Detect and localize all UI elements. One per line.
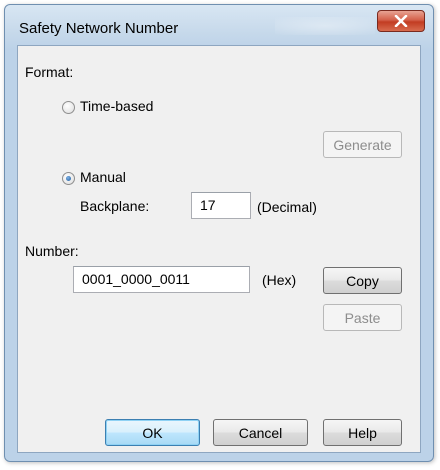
number-field[interactable]: 0001_0000_0011: [73, 266, 250, 293]
title-bar[interactable]: Safety Network Number: [5, 5, 433, 47]
title-bar-glow: [275, 17, 375, 35]
backplane-label: Backplane:: [80, 198, 150, 214]
number-unit-label: (Hex): [262, 272, 297, 288]
backplane-unit-label: (Decimal): [257, 199, 317, 215]
generate-button[interactable]: Generate: [323, 131, 402, 158]
dialog-window: Safety Network Number Format: Time-based…: [4, 4, 434, 462]
format-label: Format:: [25, 64, 74, 80]
time-based-label[interactable]: Time-based: [80, 98, 153, 114]
close-button[interactable]: [377, 10, 425, 32]
window-title: Safety Network Number: [19, 20, 179, 37]
dialog-content: Format: Time-based Generate Manual Backp…: [17, 45, 421, 453]
number-label: Number:: [25, 243, 79, 259]
help-button[interactable]: Help: [323, 419, 402, 446]
backplane-input[interactable]: 17: [191, 192, 251, 219]
manual-label[interactable]: Manual: [80, 169, 126, 185]
time-based-radio[interactable]: [62, 101, 75, 114]
close-icon: [394, 15, 408, 27]
manual-radio[interactable]: [62, 172, 75, 185]
ok-button[interactable]: OK: [105, 419, 200, 446]
copy-button[interactable]: Copy: [323, 267, 402, 294]
cancel-button[interactable]: Cancel: [213, 419, 308, 446]
paste-button[interactable]: Paste: [323, 304, 402, 331]
manual-radio-selected-dot: [66, 176, 71, 181]
